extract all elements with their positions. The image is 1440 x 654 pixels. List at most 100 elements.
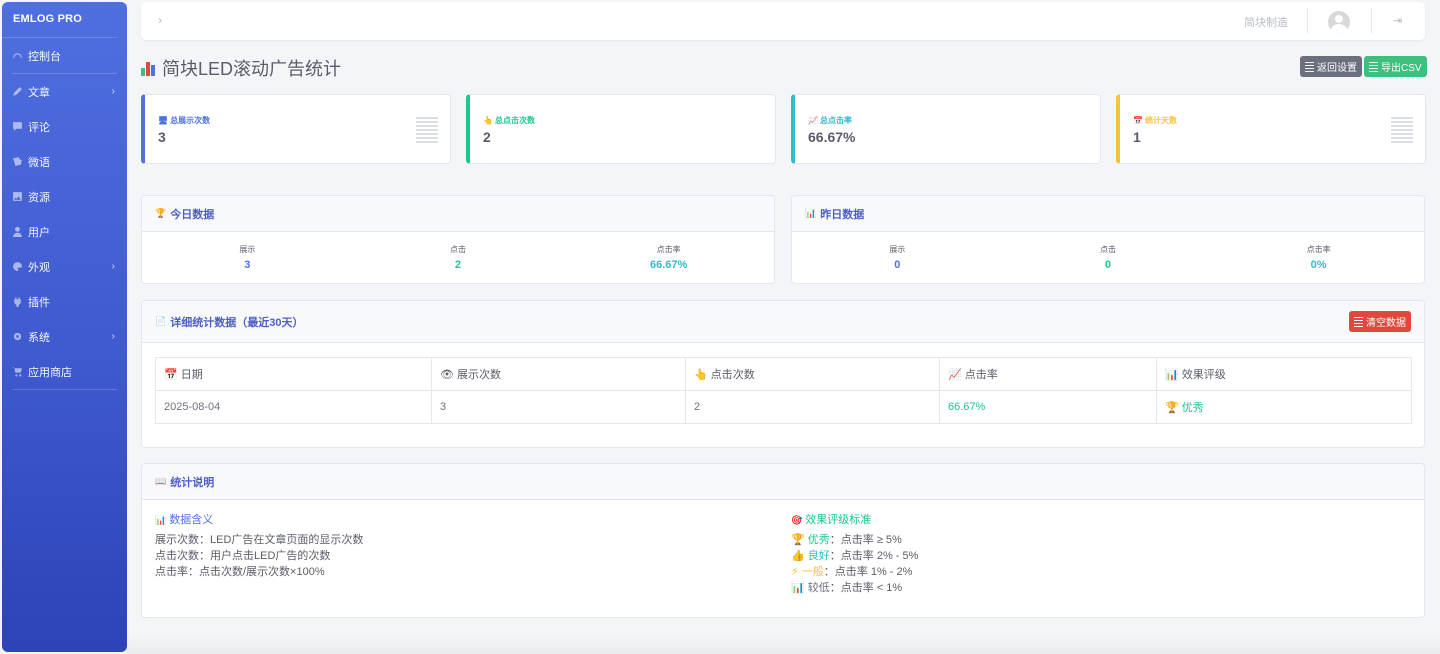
stats-table: 📅 日期 👁 展示次数 👆 点击次数 📈 点击率 📊 效果评级 2025-08-… bbox=[155, 357, 1412, 424]
stat-label: 📅 统计天数 bbox=[1133, 115, 1177, 126]
back-to-settings-button[interactable]: 返回设置 bbox=[1300, 56, 1362, 77]
sidebar-item-plugins[interactable]: 插件 bbox=[2, 284, 127, 319]
sidebar: EMLOG PRO 控制台 文章 › 评论 微语 资源 用户 外观 › 插件 系… bbox=[2, 2, 127, 652]
sidebar-item-twitter[interactable]: 微语 bbox=[2, 144, 127, 179]
cart-icon bbox=[11, 365, 24, 378]
rating-text: ：点击率 1% - 2% bbox=[823, 566, 913, 578]
meaning-key: 展示次数： bbox=[155, 534, 210, 546]
meaning-text: 点击次数/展示次数×100% bbox=[199, 566, 325, 578]
section-title-text: 效果评级标准 bbox=[805, 514, 872, 526]
export-csv-button[interactable]: 导出CSV bbox=[1364, 56, 1427, 77]
stat-label-text: 总点击率 bbox=[819, 116, 852, 125]
pointer-icon: 👆 bbox=[483, 116, 493, 125]
sidebar-item-label: 用户 bbox=[28, 226, 50, 239]
panel-title: 昨日数据 bbox=[820, 208, 865, 221]
site-name-link[interactable]: 简块制造 bbox=[1244, 14, 1288, 30]
back-to-settings-label: 返回设置 bbox=[1317, 63, 1357, 74]
data-meaning-section: 📊 数据含义 展示次数：LED广告在文章页面的显示次数 点击次数：用户点击LED广… bbox=[155, 512, 363, 580]
rating-text: ：点击率 2% - 5% bbox=[829, 550, 919, 562]
column-header-date[interactable]: 📅 日期 bbox=[155, 357, 432, 391]
stat-card-days: 📅 统计天数 1 bbox=[1116, 94, 1426, 164]
column-header-views[interactable]: 👁 展示次数 bbox=[431, 357, 686, 391]
sidebar-toggle-icon[interactable]: › bbox=[158, 13, 162, 27]
meaning-text: LED广告在文章页面的显示次数 bbox=[210, 534, 364, 546]
rating-row: ⚡ 一般：点击率 1% - 2% bbox=[791, 564, 918, 580]
sidebar-item-label: 控制台 bbox=[28, 50, 61, 63]
panel-header: 📄 详细统计数据（最近30天） bbox=[142, 301, 1424, 343]
export-csv-label: 导出CSV bbox=[1381, 63, 1422, 74]
cell-clicks: 2 bbox=[685, 390, 940, 424]
today-panel: 🏆 今日数据 展示 3 点击 2 点击率 66.67% bbox=[141, 195, 775, 284]
metric-value: 0 bbox=[1104, 259, 1112, 271]
user-icon bbox=[11, 225, 24, 238]
sidebar-item-store[interactable]: 应用商店 bbox=[2, 354, 127, 389]
target-icon: 🎯 bbox=[791, 515, 803, 525]
chevron-right-icon: › bbox=[111, 331, 115, 342]
book-icon: 📖 bbox=[155, 476, 167, 486]
column-header-clicks[interactable]: 👆 点击次数 bbox=[685, 357, 940, 391]
sidebar-item-appearance[interactable]: 外观 › bbox=[2, 249, 127, 284]
rating-text: ：点击率 ≥ 5% bbox=[829, 534, 902, 546]
rating-key: 🏆 优秀 bbox=[791, 534, 830, 546]
today-metrics: 展示 3 点击 2 点击率 66.67% bbox=[142, 232, 774, 271]
calendar-icon: 📅 bbox=[1133, 116, 1143, 125]
section-title-text: 数据含义 bbox=[169, 514, 214, 526]
stat-value: 1 bbox=[1133, 129, 1141, 145]
logout-icon[interactable]: ⇥ bbox=[1393, 14, 1402, 27]
panel-title: 统计说明 bbox=[170, 476, 215, 489]
clear-data-label: 清空数据 bbox=[1366, 318, 1406, 329]
column-header-rating[interactable]: 📊 效果评级 bbox=[1156, 357, 1412, 391]
trend-icon: 📈 bbox=[808, 116, 818, 125]
stat-label-text: 统计天数 bbox=[1144, 116, 1177, 125]
explain-panel: 📖 统计说明 📊 数据含义 展示次数：LED广告在文章页面的显示次数 点击次数：用户… bbox=[141, 463, 1425, 618]
sidebar-item-users[interactable]: 用户 bbox=[2, 214, 127, 249]
column-header-rate[interactable]: 📈 点击率 bbox=[939, 357, 1157, 391]
sidebar-item-label: 系统 bbox=[28, 331, 50, 344]
sidebar-item-dashboard[interactable]: 控制台 bbox=[2, 38, 127, 73]
stat-label: 🖥 总展示次数 bbox=[158, 115, 210, 126]
plug-icon bbox=[11, 295, 24, 308]
panel-title: 详细统计数据（最近30天） bbox=[170, 316, 304, 329]
clear-data-button[interactable]: 清空数据 bbox=[1349, 311, 1411, 332]
meaning-row: 展示次数：LED广告在文章页面的显示次数 bbox=[155, 532, 363, 548]
yesterday-metrics: 展示 0 点击 0 点击率 0% bbox=[792, 232, 1424, 271]
sidebar-item-comments[interactable]: 评论 bbox=[2, 109, 127, 144]
metric-label: 展示 bbox=[889, 245, 906, 254]
list-icon bbox=[1354, 316, 1363, 327]
divider bbox=[1307, 8, 1308, 34]
rating-key: 📊 较低 bbox=[791, 582, 830, 594]
table-row: 2025-08-04 3 2 66.67% 🏆 优秀 bbox=[155, 390, 1412, 424]
sidebar-item-system[interactable]: 系统 › bbox=[2, 319, 127, 354]
panel-header: 🏆 今日数据 bbox=[142, 196, 774, 232]
metric-value: 3 bbox=[244, 259, 251, 271]
divider bbox=[12, 389, 117, 390]
stat-card-total-clicks: 👆 总点击次数 2 bbox=[466, 94, 776, 164]
details-panel: 📄 详细统计数据（最近30天） 清空数据 📅 日期 👁 展示次数 👆 点击次数 📈… bbox=[141, 300, 1425, 448]
metric-views: 展示 0 bbox=[793, 244, 1002, 271]
sidebar-item-media[interactable]: 资源 bbox=[2, 179, 127, 214]
dashboard-icon bbox=[11, 49, 24, 62]
metric-clicks: 点击 0 bbox=[1004, 244, 1213, 271]
avatar[interactable] bbox=[1328, 11, 1350, 33]
meaning-key: 点击率： bbox=[155, 566, 199, 578]
metric-clicks: 点击 2 bbox=[354, 244, 563, 271]
rating-key: 👍 良好 bbox=[791, 550, 830, 562]
list-icon bbox=[1369, 61, 1378, 72]
palette-icon bbox=[11, 260, 24, 273]
stat-label: 👆 总点击次数 bbox=[483, 115, 535, 126]
stat-label-text: 总点击次数 bbox=[494, 116, 535, 125]
stat-label-text: 总展示次数 bbox=[170, 116, 211, 125]
monitor-icon: 🖥 bbox=[158, 116, 169, 125]
sidebar-nav: 控制台 文章 › 评论 微语 资源 用户 外观 › 插件 系统 › 应用商店 bbox=[2, 38, 127, 390]
panel-header: 📖 统计说明 bbox=[142, 464, 1424, 500]
list-icon bbox=[416, 117, 438, 143]
brand-logo[interactable]: EMLOG PRO bbox=[2, 2, 117, 38]
cell-rate: 66.67% bbox=[939, 390, 1157, 424]
metric-label: 展示 bbox=[239, 245, 256, 254]
metric-rate: 点击率 66.67% bbox=[564, 244, 773, 271]
list-icon: 📄 bbox=[155, 316, 167, 326]
section-title: 📊 数据含义 bbox=[155, 512, 363, 528]
trophy-icon: 🏆 bbox=[155, 208, 167, 218]
sidebar-item-posts[interactable]: 文章 › bbox=[2, 74, 127, 109]
stat-value: 3 bbox=[158, 129, 166, 145]
